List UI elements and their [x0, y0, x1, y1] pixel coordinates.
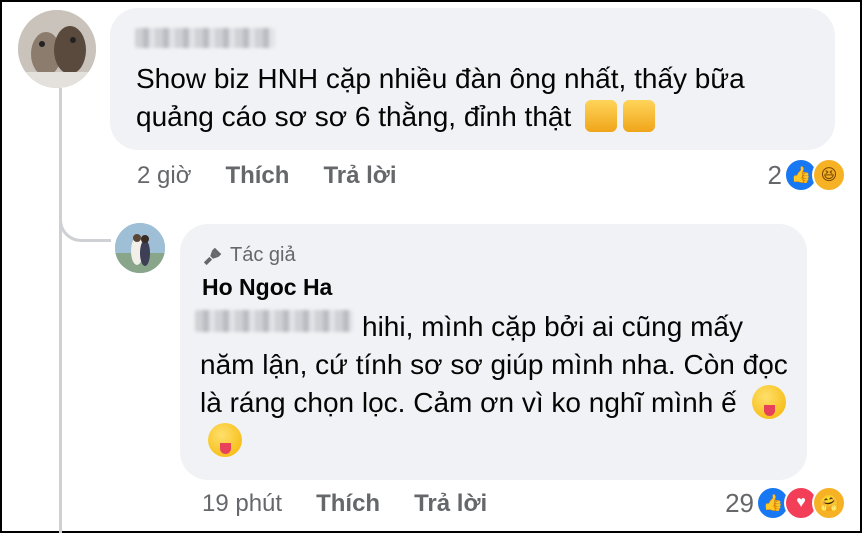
like-button[interactable]: Thích	[225, 162, 289, 190]
reply-like-button[interactable]: Thích	[316, 490, 380, 518]
author-avatar[interactable]	[115, 223, 165, 273]
author-badge-label: Tác giả	[230, 244, 296, 266]
reply-reactions[interactable]: 29 👍 ♥ 🤗	[725, 486, 846, 520]
comment-reactions[interactable]: 2 👍 😆	[768, 158, 846, 192]
zany-face-icon	[752, 384, 787, 419]
reply-body: hihi, mình cặp bởi ai cũng mấy năm lận, …	[200, 308, 790, 460]
thumbs-up-icon	[585, 99, 618, 132]
reply-button[interactable]: Trả lời	[323, 162, 396, 190]
reply-reaction-count: 29	[725, 487, 754, 518]
haha-reaction-icon: 😆	[812, 158, 846, 192]
reply-actions: 19 phút Thích Trả lời	[202, 490, 487, 518]
care-reaction-icon: 🤗	[812, 486, 846, 520]
author-badge: Tác giả	[202, 244, 296, 267]
commenter-name-redacted[interactable]	[135, 28, 275, 48]
reaction-count: 2	[767, 159, 782, 190]
comment-body: Show biz HNH cặp nhiều đàn ông nhất, thấ…	[136, 60, 826, 136]
thread-line	[59, 88, 62, 533]
reply-text: hihi, mình cặp bởi ai cũng mấy năm lận, …	[200, 311, 788, 418]
thread-connector	[59, 190, 111, 242]
reply-timestamp[interactable]: 19 phút	[202, 490, 282, 518]
comment-actions: 2 giờ Thích Trả lời	[137, 162, 397, 190]
zany-face-icon	[208, 422, 242, 457]
thumbs-up-icon	[623, 99, 656, 132]
commenter-avatar[interactable]	[18, 10, 96, 88]
reply-author-name[interactable]: Ho Ngoc Ha	[202, 274, 332, 301]
microphone-icon	[203, 247, 222, 265]
comment-timestamp[interactable]: 2 giờ	[137, 162, 191, 190]
reply-reply-button[interactable]: Trả lời	[414, 490, 487, 518]
